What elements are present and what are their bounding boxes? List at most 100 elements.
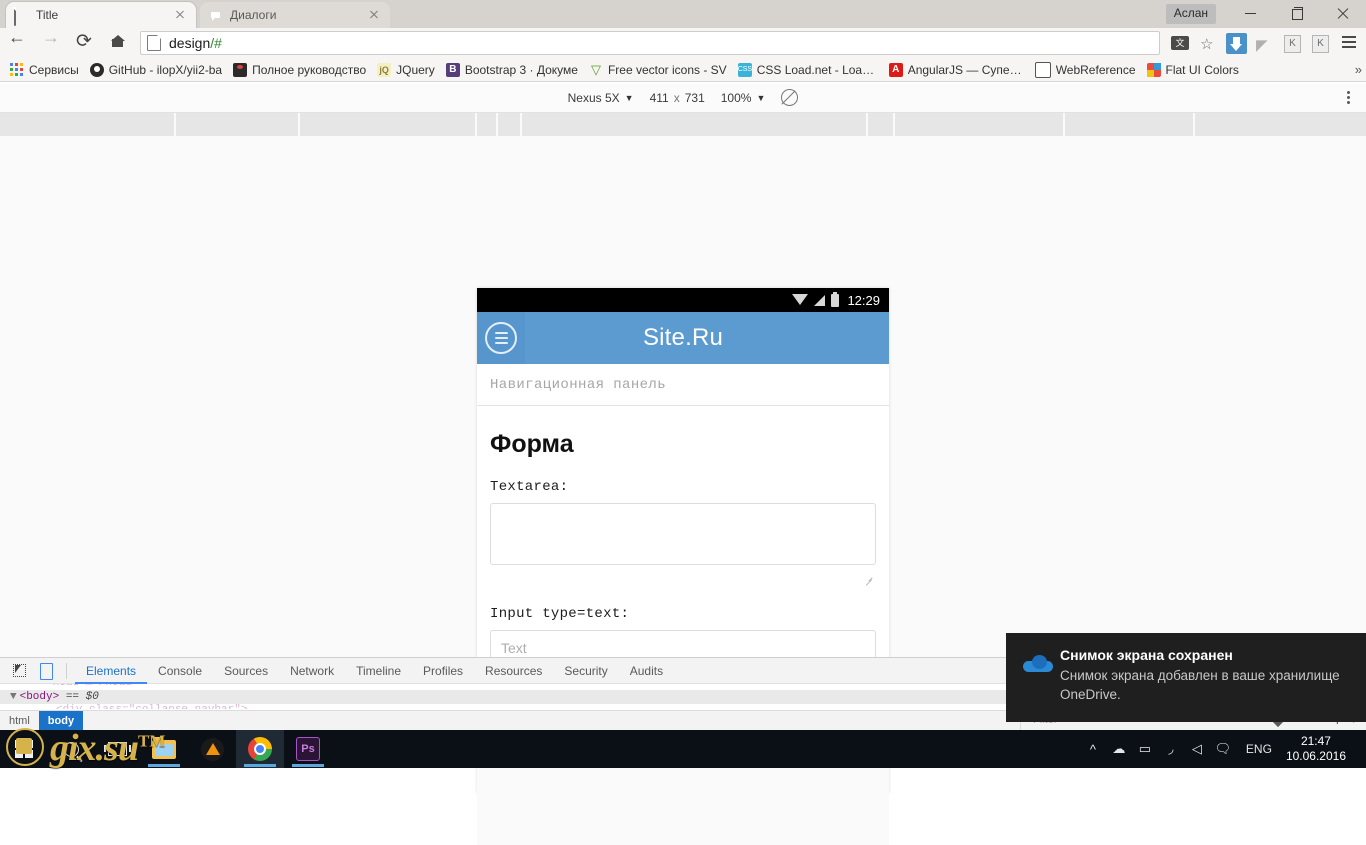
tab-elements[interactable]: Elements xyxy=(75,658,147,684)
tab-console[interactable]: Console xyxy=(147,658,213,684)
close-icon[interactable] xyxy=(172,7,188,23)
new-tab-button[interactable] xyxy=(396,6,426,26)
status-time: 12:29 xyxy=(847,292,880,308)
signal-icon xyxy=(814,294,826,306)
system-tray: ^ ☁ ▭ ◞ ◁ 🗨 ENG 21:47 10.06.2016 xyxy=(1080,730,1366,768)
tab-sources[interactable]: Sources xyxy=(213,658,279,684)
show-desktop-button[interactable] xyxy=(1360,730,1366,768)
flatui-icon xyxy=(1146,62,1161,77)
windows-start-icon[interactable] xyxy=(0,730,48,768)
back-icon[interactable] xyxy=(0,27,34,58)
bookmark-star-icon[interactable]: ☆ xyxy=(1194,30,1222,56)
viewport-height[interactable]: 731 xyxy=(685,91,705,105)
forward-icon[interactable] xyxy=(34,27,68,58)
inspect-element-icon[interactable] xyxy=(6,659,32,683)
textarea-input[interactable] xyxy=(490,503,876,565)
bookmark-flaticon[interactable]: ▽ Free vector icons - SV xyxy=(585,60,734,80)
jquery-icon: jQ xyxy=(377,62,392,77)
windows-taskbar: Ps ^ ☁ ▭ ◞ ◁ 🗨 ENG 21:47 10.06.2016 xyxy=(0,730,1366,768)
tab-resources[interactable]: Resources xyxy=(474,658,553,684)
translate-icon[interactable]: 文 xyxy=(1166,30,1194,56)
tab-audits[interactable]: Audits xyxy=(619,658,674,684)
tab-timeline[interactable]: Timeline xyxy=(345,658,412,684)
chrome-menu-icon[interactable] xyxy=(1334,30,1362,56)
no-throttling-icon xyxy=(781,89,799,106)
viewport-width[interactable]: 411 xyxy=(650,91,669,105)
chevron-down-icon: ▼ xyxy=(756,92,766,103)
reload-icon[interactable] xyxy=(68,28,102,58)
minimize-icon[interactable] xyxy=(1228,0,1274,28)
close-icon[interactable] xyxy=(366,7,382,23)
tray-expand-icon[interactable]: ^ xyxy=(1080,730,1106,768)
task-view-icon[interactable] xyxy=(94,730,140,768)
viewport-size[interactable]: 411 x 731 xyxy=(650,91,705,105)
bookmark-webreference[interactable]: WebReference xyxy=(1031,60,1143,80)
tab-label: Диалоги xyxy=(230,8,277,22)
bookmark-jquery[interactable]: jQ JQuery xyxy=(373,60,442,80)
k2-extension-icon[interactable]: K xyxy=(1306,30,1334,56)
github-icon xyxy=(89,62,104,77)
resize-grip-icon[interactable] xyxy=(865,577,873,585)
mobile-status-bar: 12:29 xyxy=(477,288,889,312)
tab-network[interactable]: Network xyxy=(279,658,345,684)
home-icon[interactable] xyxy=(102,28,136,58)
action-center-icon[interactable]: 🗨 xyxy=(1210,730,1236,768)
photoshop-icon[interactable]: Ps xyxy=(284,730,332,768)
size-separator: x xyxy=(673,90,680,105)
browser-tab-title[interactable]: Title xyxy=(6,2,196,28)
onedrive-notification-toast[interactable]: Снимок экрана сохранен Снимок экрана доб… xyxy=(1006,633,1366,722)
bookmark-label: JQuery xyxy=(396,62,435,77)
bookmark-label: Полное руководство xyxy=(252,62,367,77)
bookmark-guide[interactable]: Полное руководство xyxy=(229,60,373,80)
address-bar[interactable]: design/# xyxy=(140,31,1160,55)
maximize-icon[interactable] xyxy=(1274,0,1320,28)
bookmark-label: Сервисы xyxy=(29,62,79,77)
bookmark-flatuicolors[interactable]: Flat UI Colors xyxy=(1143,60,1246,80)
device-selector[interactable]: Nexus 5X ▼ xyxy=(568,91,634,105)
user-profile-badge[interactable]: Аслан xyxy=(1165,4,1216,24)
tab-profiles[interactable]: Profiles xyxy=(412,658,474,684)
webreference-icon xyxy=(1034,61,1051,78)
more-options-icon[interactable] xyxy=(1340,89,1356,106)
google-chrome-icon[interactable] xyxy=(236,730,284,768)
page-info-icon xyxy=(147,35,161,51)
breadcrumb-body[interactable]: body xyxy=(38,710,84,731)
clock[interactable]: 21:47 10.06.2016 xyxy=(1282,734,1360,764)
toolbar-icons: 文 ☆ ◤ K K xyxy=(1166,30,1366,56)
network-throttle-toggle[interactable] xyxy=(781,89,799,106)
dom-tag: <body> xyxy=(19,691,60,703)
bookmark-cssload[interactable]: CSS CSS Load.net - Loadin xyxy=(734,60,885,80)
address-text: design/# xyxy=(169,35,222,51)
bookmark-label: AngularJS — Супер-р xyxy=(907,62,1024,77)
wifi-icon xyxy=(792,293,809,305)
bookmark-bootstrap[interactable]: B Bootstrap 3 · Докуме xyxy=(442,60,585,80)
dom-ref: $0 xyxy=(85,691,99,703)
zoom-selector[interactable]: 100% ▼ xyxy=(721,91,766,105)
expand-triangle-icon[interactable]: ▼ xyxy=(10,690,17,704)
file-explorer-icon[interactable] xyxy=(140,730,188,768)
cursor-extension-icon[interactable]: ◤ xyxy=(1250,30,1278,56)
bookmark-github[interactable]: GitHub - ilopX/yii2-ba xyxy=(86,60,229,80)
browser-tab-dialogi[interactable]: Диалоги xyxy=(200,2,390,28)
download-icon[interactable] xyxy=(1222,30,1250,56)
bookmark-item[interactable]: Сервисы xyxy=(6,60,86,80)
close-window-icon[interactable] xyxy=(1320,0,1366,28)
divider xyxy=(66,662,67,679)
toggle-device-toolbar-icon[interactable] xyxy=(32,659,58,683)
tab-security[interactable]: Security xyxy=(553,658,618,684)
bookmark-label: Flat UI Colors xyxy=(1165,62,1239,77)
k-extension-icon[interactable]: K xyxy=(1278,30,1306,56)
bookmarks-overflow-icon[interactable]: » xyxy=(1355,62,1362,77)
battery-tray-icon[interactable]: ▭ xyxy=(1132,730,1158,768)
textarea-wrapper xyxy=(490,503,876,588)
breadcrumb-html[interactable]: html xyxy=(0,711,39,731)
bootstrap-icon: B xyxy=(445,62,460,77)
volume-tray-icon[interactable]: ◁ xyxy=(1184,730,1210,768)
amd-radeon-icon[interactable] xyxy=(188,730,236,768)
search-icon[interactable] xyxy=(48,730,94,768)
bookmark-angularjs[interactable]: A AngularJS — Супер-р xyxy=(885,60,1031,80)
bookmark-label: CSS Load.net - Loadin xyxy=(756,62,878,77)
wifi-tray-icon[interactable]: ◞ xyxy=(1158,730,1184,768)
onedrive-tray-icon[interactable]: ☁ xyxy=(1106,730,1132,768)
language-indicator[interactable]: ENG xyxy=(1236,742,1282,756)
